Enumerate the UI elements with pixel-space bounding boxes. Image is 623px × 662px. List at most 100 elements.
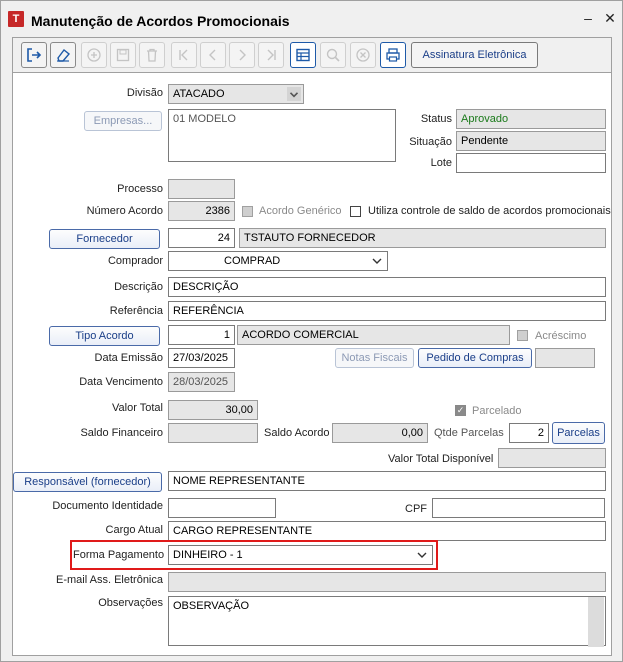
controle-saldo-label: Utiliza controle de saldo de acordos pro… (368, 205, 611, 217)
lote-label: Lote (430, 157, 452, 169)
first-record-icon (179, 49, 188, 61)
qtde-parcelas-input[interactable]: 2 (509, 423, 549, 443)
exit-button[interactable] (21, 42, 47, 68)
situacao-label: Situação (409, 136, 452, 148)
eraser-icon (57, 49, 71, 62)
previous-record-button[interactable] (200, 42, 226, 68)
cargo-atual-label: Cargo Atual (105, 524, 163, 536)
fornecedor-button[interactable]: Fornecedor (49, 229, 160, 249)
numero-acordo-field: 2386 (168, 201, 235, 221)
qtde-parcelas-label: Qtde Parcelas (434, 427, 504, 439)
observacoes-textarea[interactable]: OBSERVAÇÃO (168, 596, 606, 646)
print-button[interactable] (380, 42, 406, 68)
electronic-signature-button[interactable]: Assinatura Eletrônica (411, 42, 538, 68)
saldo-financeiro-field (168, 423, 258, 443)
grid-view-button[interactable] (290, 42, 316, 68)
first-record-button[interactable] (171, 42, 197, 68)
cpf-input[interactable] (432, 498, 605, 518)
save-button[interactable] (110, 42, 136, 68)
tipo-acordo-button[interactable]: Tipo Acordo (49, 326, 160, 346)
data-emissao-label: Data Emissão (94, 352, 163, 364)
documento-identidade-input[interactable] (168, 498, 276, 518)
acrescimo-label: Acréscimo (535, 330, 587, 342)
empresas-button[interactable]: Empresas... (84, 111, 162, 131)
processo-label: Processo (117, 183, 163, 195)
acordo-generico-checkbox[interactable] (242, 206, 253, 217)
responsavel-button[interactable]: Responsável (fornecedor) (13, 472, 162, 492)
last-record-button[interactable] (258, 42, 284, 68)
responsavel-input[interactable]: NOME REPRESENTANTE (168, 471, 606, 491)
data-emissao-input[interactable]: 27/03/2025 (168, 348, 235, 368)
situacao-field: Pendente (456, 131, 606, 151)
chevron-down-icon (417, 552, 427, 558)
title-bar: T Manutenção de Acordos Promocionais – ✕ (1, 1, 622, 39)
notas-fiscais-button[interactable]: Notas Fiscais (335, 348, 414, 368)
next-record-button[interactable] (229, 42, 255, 68)
acrescimo-checkbox[interactable] (517, 330, 528, 341)
delete-button[interactable] (139, 42, 165, 68)
parcelado-label: Parcelado (472, 405, 522, 417)
delete-icon (147, 48, 157, 62)
last-record-icon (267, 49, 276, 61)
next-record-icon (239, 49, 246, 61)
controle-saldo-checkbox[interactable] (350, 206, 361, 217)
exit-icon (27, 48, 42, 62)
descricao-label: Descrição (114, 281, 163, 293)
tipo-acordo-code-input[interactable]: 1 (168, 325, 235, 345)
search-button[interactable] (320, 42, 346, 68)
divisao-select[interactable]: ATACADO (168, 84, 304, 104)
clear-button[interactable] (50, 42, 76, 68)
cpf-label: CPF (405, 503, 427, 515)
tipo-acordo-name-field: ACORDO COMERCIAL (237, 325, 510, 345)
parcelas-button[interactable]: Parcelas (552, 422, 605, 444)
add-button[interactable] (81, 42, 107, 68)
fornecedor-name-field: TSTAUTO FORNECEDOR (239, 228, 606, 248)
print-icon (386, 48, 400, 62)
main-window: T Manutenção de Acordos Promocionais – ✕ (0, 0, 623, 662)
chevron-down-icon (287, 87, 301, 101)
cancel-icon (356, 48, 370, 62)
saldo-financeiro-label: Saldo Financeiro (80, 427, 163, 439)
forma-pagamento-value: DINHEIRO - 1 (173, 549, 243, 561)
valor-total-label: Valor Total (112, 402, 163, 414)
pedido-compras-field (535, 348, 595, 368)
descricao-input[interactable]: DESCRIÇÃO (168, 277, 606, 297)
app-icon: T (8, 11, 24, 27)
search-icon (326, 48, 340, 62)
pedido-compras-button[interactable]: Pedido de Compras (418, 348, 532, 368)
previous-record-icon (209, 49, 216, 61)
cargo-atual-input[interactable]: CARGO REPRESENTANTE (168, 521, 606, 541)
status-label: Status (420, 113, 452, 125)
comprador-value: COMPRAD (224, 255, 281, 267)
forma-pagamento-select[interactable]: DINHEIRO - 1 (168, 545, 433, 565)
close-button[interactable]: ✕ (600, 9, 620, 27)
data-vencimento-field: 28/03/2025 (168, 372, 235, 392)
referencia-input[interactable]: REFERÊNCIA (168, 301, 606, 321)
parcelado-checkbox[interactable]: ✓ (455, 405, 466, 416)
data-vencimento-label: Data Vencimento (79, 376, 163, 388)
observacoes-scrollbar[interactable] (588, 597, 604, 647)
forma-pagamento-label: Forma Pagamento (73, 549, 165, 561)
comprador-select[interactable]: COMPRAD (168, 251, 388, 271)
saldo-acordo-label: Saldo Acordo (264, 427, 330, 439)
lote-input[interactable] (456, 153, 606, 173)
fornecedor-code-input[interactable]: 24 (168, 228, 235, 248)
valor-total-disponivel-field (498, 448, 606, 468)
chevron-down-icon (372, 258, 382, 264)
valor-total-disponivel-label: Valor Total Disponível (388, 453, 494, 465)
grid-view-icon (296, 48, 310, 62)
window-title: Manutenção de Acordos Promocionais (31, 13, 290, 29)
empresas-list[interactable]: 01 MODELO (168, 109, 396, 162)
email-ass-field (168, 572, 606, 592)
valor-total-field: 30,00 (168, 400, 258, 420)
add-icon (87, 48, 101, 62)
comprador-label: Comprador (107, 255, 163, 267)
acordo-generico-label: Acordo Genérico (259, 205, 342, 217)
cancel-button[interactable] (350, 42, 376, 68)
email-ass-label: E-mail Ass. Eletrônica (56, 574, 163, 586)
referencia-label: Referência (109, 305, 163, 317)
saldo-acordo-field: 0,00 (332, 423, 428, 443)
numero-acordo-label: Número Acordo (86, 205, 163, 217)
divisao-value: ATACADO (173, 88, 225, 100)
minimize-button[interactable]: – (578, 9, 598, 27)
